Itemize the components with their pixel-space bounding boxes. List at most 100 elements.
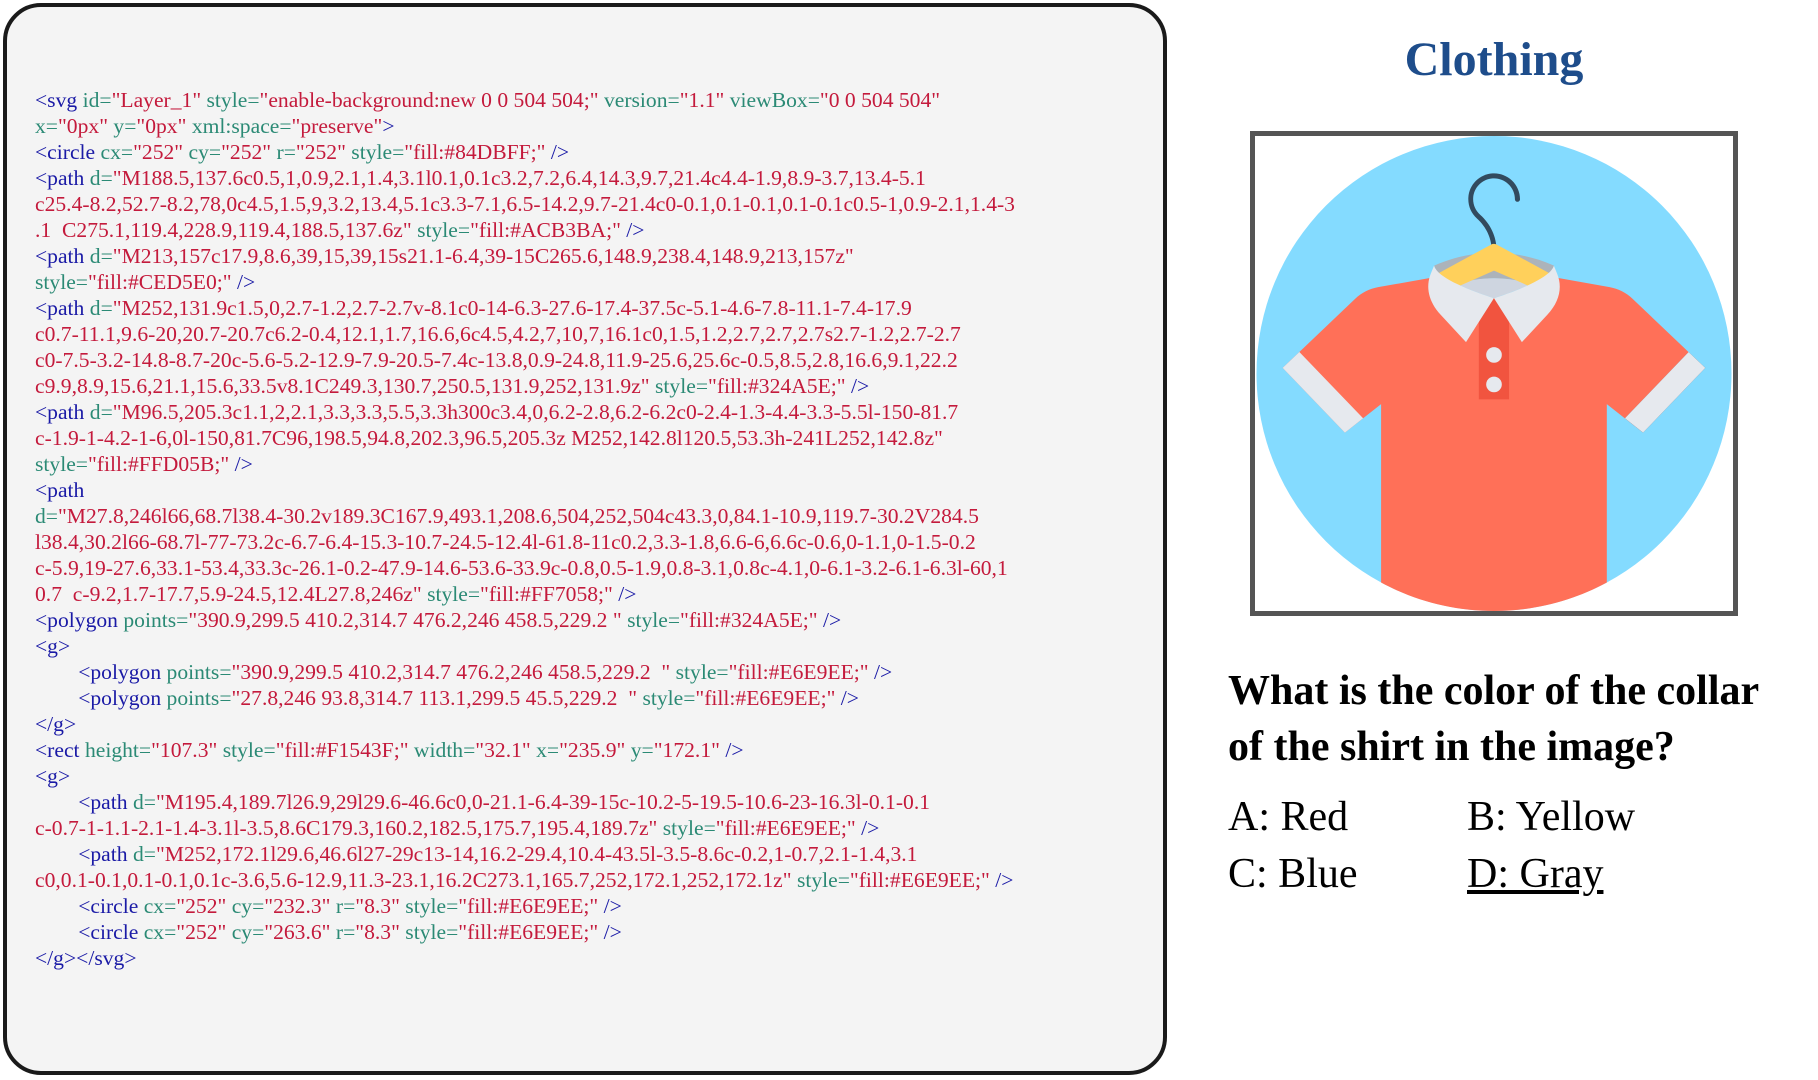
code-token: style=: [206, 88, 260, 112]
code-line: <polygon points="27.8,246 93.8,314.7 113…: [35, 685, 1155, 711]
code-token: <path: [35, 296, 90, 320]
code-token: "M195.4,189.7l26.9,29l29.6-46.6c0,0-21.1…: [155, 790, 931, 814]
code-token: "M252,172.1l29.6,46.6l27-29c13-14,16.2-2…: [155, 842, 918, 866]
code-token: "0px": [57, 114, 114, 138]
code-line: <circle cx="252" cy="252" r="252" style=…: [35, 139, 1155, 165]
code-token: viewBox=: [729, 88, 820, 112]
code-token: <path: [35, 166, 90, 190]
code-line: <rect height="107.3" style="fill:#F1543F…: [35, 737, 1155, 763]
code-token: />: [234, 452, 253, 476]
option-c[interactable]: C: Blue: [1228, 850, 1358, 898]
code-token: d=: [89, 296, 113, 320]
code-token: "fill:#FF7058;": [480, 582, 619, 606]
code-token: "252": [176, 894, 232, 918]
code-line: <path d="M188.5,137.6c0.5,1,0.9,2.1,1.4,…: [35, 165, 1155, 191]
code-token: points=: [123, 608, 189, 632]
code-token: cx=: [143, 894, 177, 918]
code-token: cx=: [143, 920, 177, 944]
code-token: c0-7.5-3.2-14.8-8.7-20c-5.6-5.2-12.9-7.9…: [35, 348, 958, 372]
code-token: "fill:#E6E9EE;": [715, 816, 862, 840]
code-token: <svg: [35, 88, 83, 112]
code-token: width=: [413, 738, 476, 762]
code-token: "263.6": [264, 920, 336, 944]
code-token: cy=: [188, 140, 222, 164]
code-line: <path d="M213,157c17.9,8.6,39,15,39,15s2…: [35, 243, 1155, 269]
code-token: c9.9,8.9,15.6,21.1,15.6,33.5v8.1C249.3,1…: [35, 374, 656, 398]
code-token: "fill:#F1543F;": [275, 738, 414, 762]
code-token: <path: [35, 244, 90, 268]
code-token: style=: [427, 582, 481, 606]
code-token: "fill:#E6E9EE;": [849, 868, 996, 892]
code-line: </g>: [35, 711, 1155, 737]
code-token: "fill:#E6E9EE;": [728, 660, 874, 684]
code-token: x=: [536, 738, 560, 762]
code-line: <path d="M195.4,189.7l26.9,29l29.6-46.6c…: [35, 789, 1155, 815]
code-token: style=: [627, 608, 681, 632]
code-token: r=: [335, 894, 356, 918]
code-token: />: [851, 374, 870, 398]
code-token: cy=: [231, 894, 265, 918]
option-a[interactable]: A: Red: [1228, 793, 1348, 841]
code-token: "390.9,299.5 410.2,314.7 476.2,246 458.5…: [188, 608, 628, 632]
code-token: 0.7 c-9.2,1.7-17.7,5.9-24.5,12.4L27.8,24…: [35, 582, 428, 606]
code-token: />: [823, 608, 842, 632]
code-line: c0.7-11.1,9.6-20,20.7-20.7c6.2-0.4,12.1,…: [35, 321, 1155, 347]
code-token: "preserve": [291, 114, 383, 138]
code-token: "27.8,246 93.8,314.7 113.1,299.5 45.5,22…: [231, 686, 643, 710]
code-token: d=: [35, 504, 58, 528]
code-token: <polygon: [35, 608, 124, 632]
code-token: <circle: [35, 140, 101, 164]
code-token: "enable-background:new 0 0 504 504;": [259, 88, 604, 112]
code-token: />: [236, 270, 256, 294]
code-line: c-0.7-1-1.1-2.1-1.4-3.1l-3.5,8.6C179.3,1…: [35, 815, 1155, 841]
code-token: />: [840, 686, 859, 710]
code-token: "fill:#E6E9EE;": [695, 686, 841, 710]
code-token: style=: [35, 452, 88, 476]
code-token: "107.3": [151, 738, 223, 762]
code-token: height=: [84, 738, 152, 762]
code-token: "235.9": [559, 738, 631, 762]
code-line: c-1.9-1-4.2-1-6,0l-150,81.7C96,198.5,94.…: [35, 425, 1155, 451]
code-token: c0,0.1-0.1,0.1-0.1,0.1c-3.6,5.6-12.9,11.…: [35, 868, 797, 892]
code-token: "252": [176, 920, 232, 944]
category-title: Clothing: [1404, 33, 1584, 86]
rendered-image-frame: [1250, 131, 1738, 616]
svg-code-block: <svg id="Layer_1" style="enable-backgrou…: [35, 87, 1155, 971]
code-token: "fill:#84DBFF;": [404, 140, 551, 164]
code-token: <circle: [35, 894, 144, 918]
code-token: "M252,131.9c1.5,0,2.7-1.2,2.7-2.7v-8.1c0…: [112, 296, 912, 320]
code-token: "fill:#CED5E0;": [87, 270, 237, 294]
code-token: cx=: [100, 140, 134, 164]
code-token: "32.1": [475, 738, 537, 762]
code-token: r=: [276, 140, 296, 164]
code-token: c0.7-11.1,9.6-20,20.7-20.7c6.2-0.4,12.1,…: [35, 322, 961, 346]
code-token: </g>: [35, 712, 77, 736]
code-token: <path: [35, 842, 133, 866]
code-token: <g>: [35, 764, 71, 788]
code-token: />: [550, 140, 570, 164]
code-token: xml:space=: [191, 114, 292, 138]
code-line: <polygon points="390.9,299.5 410.2,314.7…: [35, 659, 1155, 685]
code-token: c-1.9-1-4.2-1-6,0l-150,81.7C96,198.5,94.…: [35, 426, 943, 450]
shirt-on-hanger-icon: [1256, 136, 1732, 611]
code-token: "252": [133, 140, 189, 164]
code-token: r=: [335, 920, 356, 944]
option-b[interactable]: B: Yellow: [1467, 793, 1635, 841]
code-token: d=: [89, 166, 113, 190]
code-line: <svg id="Layer_1" style="enable-backgrou…: [35, 87, 1155, 113]
code-token: "0 0 504 504": [819, 88, 941, 112]
code-line: c25.4-8.2,52.7-8.2,78,0c4.5,1.5,9,3.2,13…: [35, 191, 1155, 217]
code-token: x=: [35, 114, 58, 138]
code-token: y=: [113, 114, 137, 138]
code-token: "8.3": [355, 894, 406, 918]
code-token: />: [995, 868, 1014, 892]
code-token: <rect: [35, 738, 85, 762]
code-token: </g></svg>: [35, 946, 137, 970]
code-token: "1.1": [679, 88, 730, 112]
code-token: style=: [417, 218, 471, 242]
code-line: <path d="M252,172.1l29.6,46.6l27-29c13-1…: [35, 841, 1155, 867]
code-token: <path: [35, 790, 133, 814]
code-token: c-5.9,19-27.6,33.1-53.4,33.3c-26.1-0.2-4…: [35, 556, 1008, 580]
code-token: <polygon: [35, 660, 167, 684]
option-d-answer[interactable]: D: Gray: [1467, 850, 1603, 898]
